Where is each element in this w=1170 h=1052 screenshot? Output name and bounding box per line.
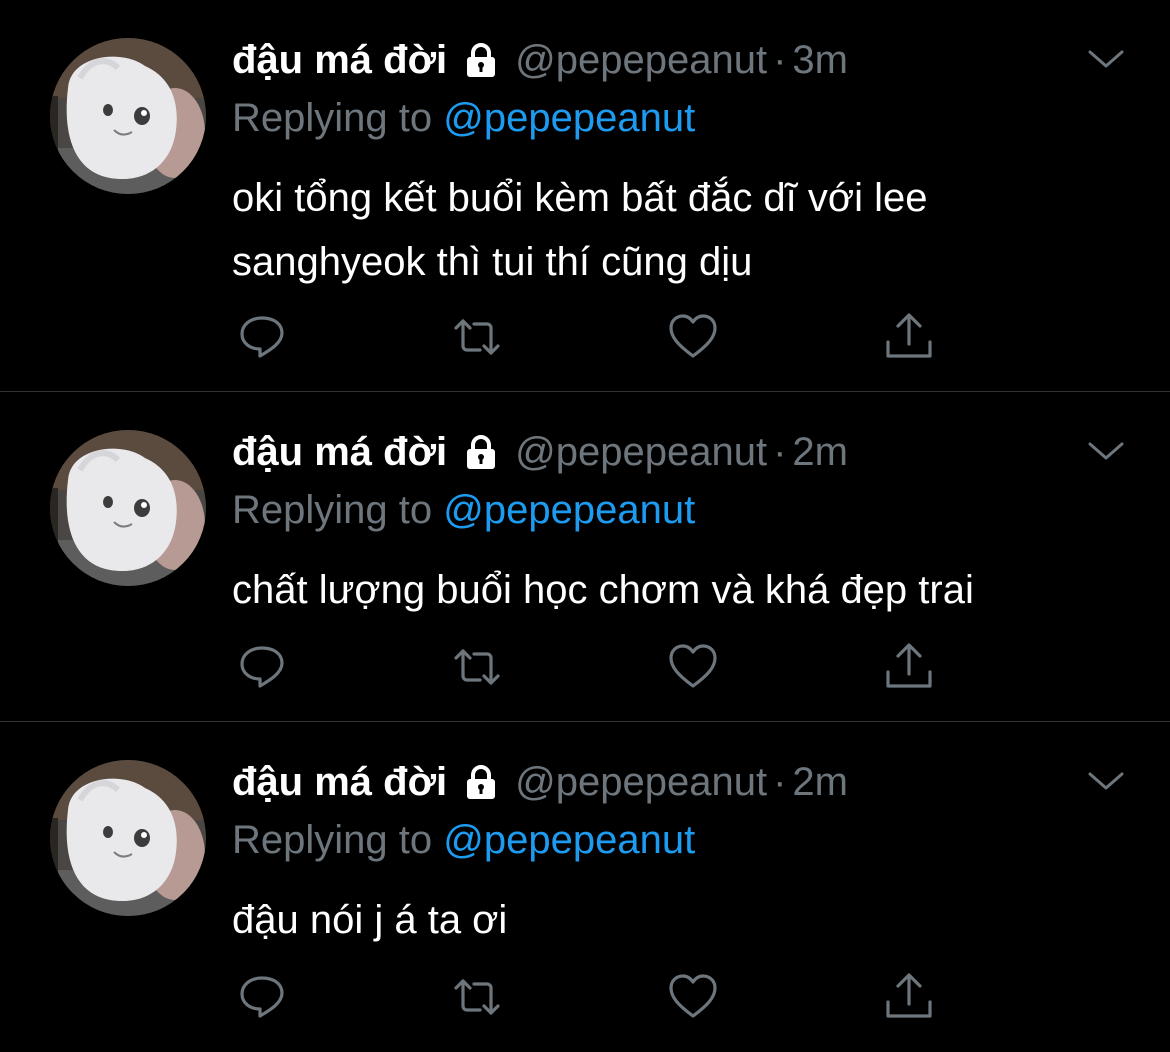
reply-icon[interactable] bbox=[238, 972, 288, 1022]
reply-icon[interactable] bbox=[238, 312, 288, 362]
handle[interactable]: @pepepeanut bbox=[515, 760, 767, 805]
avatar[interactable] bbox=[50, 38, 206, 194]
avatar[interactable] bbox=[50, 430, 206, 586]
reply-mention-link[interactable]: @pepepeanut bbox=[443, 96, 695, 140]
share-icon[interactable] bbox=[884, 642, 934, 692]
handle[interactable]: @pepepeanut bbox=[515, 38, 767, 83]
display-name[interactable]: đậu má đời bbox=[232, 760, 447, 805]
reply-mention-link[interactable]: @pepepeanut bbox=[443, 818, 695, 862]
timestamp[interactable]: 2m bbox=[792, 760, 848, 805]
chevron-down-icon[interactable] bbox=[1086, 44, 1126, 74]
display-name[interactable]: đậu má đời bbox=[232, 38, 447, 83]
replying-prefix: Replying to bbox=[232, 96, 433, 140]
chevron-down-icon[interactable] bbox=[1086, 766, 1126, 796]
separator-dot: · bbox=[773, 37, 787, 82]
replying-to-line: Replying to @pepepeanut bbox=[232, 96, 695, 141]
heart-icon[interactable] bbox=[668, 642, 718, 692]
tweet-actions bbox=[238, 642, 938, 692]
tweet-text: oki tổng kết buổi kèm bất đắc dĩ với lee… bbox=[232, 176, 928, 284]
tweet-header: đậu má đời @pepepeanut · 2m bbox=[232, 426, 848, 478]
timestamp[interactable]: 3m bbox=[792, 38, 848, 83]
tweet-header: đậu má đời @pepepeanut · 3m bbox=[232, 34, 848, 86]
separator-dot: · bbox=[773, 759, 787, 804]
avatar[interactable] bbox=[50, 760, 206, 916]
tweet-text: đậu nói j á ta ơi bbox=[232, 898, 508, 942]
lock-icon bbox=[461, 40, 501, 80]
tweet-timeline: đậu má đời @pepepeanut · 3m Replying to … bbox=[0, 0, 1170, 1052]
retweet-icon[interactable] bbox=[452, 642, 502, 692]
timestamp[interactable]: 2m bbox=[792, 430, 848, 475]
tweet[interactable]: đậu má đời @pepepeanut · 2m Replying to … bbox=[0, 392, 1170, 721]
replying-prefix: Replying to bbox=[232, 488, 433, 532]
heart-icon[interactable] bbox=[668, 972, 718, 1022]
reply-icon[interactable] bbox=[238, 642, 288, 692]
chevron-down-icon[interactable] bbox=[1086, 436, 1126, 466]
replying-to-line: Replying to @pepepeanut bbox=[232, 488, 695, 533]
tweet-actions bbox=[238, 972, 938, 1022]
handle[interactable]: @pepepeanut bbox=[515, 430, 767, 475]
tweet[interactable]: đậu má đời @pepepeanut · 2m Replying to … bbox=[0, 722, 1170, 1052]
tweet[interactable]: đậu má đời @pepepeanut · 3m Replying to … bbox=[0, 0, 1170, 391]
retweet-icon[interactable] bbox=[452, 972, 502, 1022]
lock-icon bbox=[461, 762, 501, 802]
tweet-header: đậu má đời @pepepeanut · 2m bbox=[232, 756, 848, 808]
heart-icon[interactable] bbox=[668, 312, 718, 362]
share-icon[interactable] bbox=[884, 312, 934, 362]
replying-to-line: Replying to @pepepeanut bbox=[232, 818, 695, 863]
retweet-icon[interactable] bbox=[452, 312, 502, 362]
display-name[interactable]: đậu má đời bbox=[232, 430, 447, 475]
tweet-text: chất lượng buổi học chơm và khá đẹp trai bbox=[232, 568, 974, 612]
separator-dot: · bbox=[773, 429, 787, 474]
tweet-actions bbox=[238, 312, 938, 362]
share-icon[interactable] bbox=[884, 972, 934, 1022]
reply-mention-link[interactable]: @pepepeanut bbox=[443, 488, 695, 532]
lock-icon bbox=[461, 432, 501, 472]
replying-prefix: Replying to bbox=[232, 818, 433, 862]
